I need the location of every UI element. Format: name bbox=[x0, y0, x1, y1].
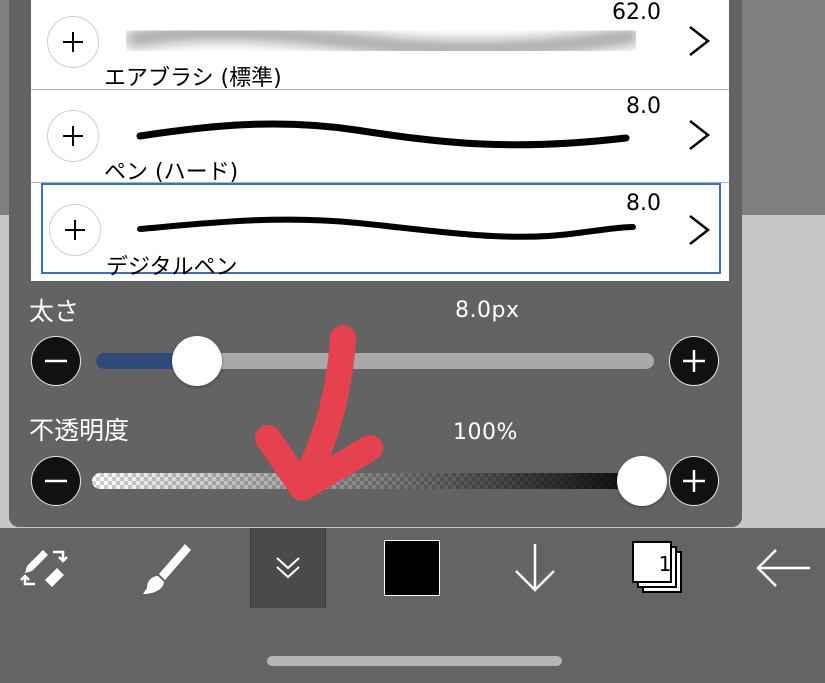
add-brush-button[interactable] bbox=[49, 204, 101, 256]
brush-name: デジタルペン bbox=[106, 255, 238, 280]
brush-panel: 62.0 エアブラシ (標準) 8.0 ペン (ハード) 8.0 デジタルペン … bbox=[9, 0, 742, 527]
brush-row-airbrush[interactable]: 62.0 エアブラシ (標準) bbox=[31, 0, 729, 91]
brush-size: 8.0 bbox=[626, 94, 661, 119]
layers-button[interactable]: 1 bbox=[628, 528, 688, 608]
pen-stroke-preview bbox=[136, 120, 630, 149]
digital-pen-stroke-preview bbox=[137, 216, 636, 240]
opacity-increase-button[interactable] bbox=[669, 456, 719, 506]
thickness-label: 太さ bbox=[29, 297, 80, 326]
brush-name: エアブラシ (標準) bbox=[104, 66, 282, 91]
opacity-label: 不透明度 bbox=[29, 416, 130, 445]
brush-tool-button[interactable] bbox=[130, 528, 200, 608]
thickness-slider-thumb[interactable] bbox=[172, 336, 223, 386]
plus-icon bbox=[683, 470, 705, 492]
double-chevron-down-icon bbox=[276, 557, 300, 579]
opacity-value: 100% bbox=[453, 420, 518, 445]
chevron-right-icon[interactable] bbox=[687, 213, 711, 247]
color-picker-button[interactable] bbox=[383, 528, 441, 608]
thickness-increase-button[interactable] bbox=[669, 336, 719, 386]
down-arrow-icon bbox=[515, 544, 555, 592]
layer-count: 1 bbox=[658, 552, 672, 576]
opacity-slider-thumb[interactable] bbox=[617, 456, 667, 506]
back-arrow-icon bbox=[756, 549, 810, 587]
collapse-panel-button[interactable] bbox=[250, 528, 326, 608]
plus-icon bbox=[683, 350, 705, 372]
add-brush-button[interactable] bbox=[47, 110, 99, 162]
brush-list: 62.0 エアブラシ (標準) 8.0 ペン (ハード) 8.0 デジタルペン bbox=[31, 0, 729, 281]
plus-icon bbox=[63, 126, 83, 146]
swap-tools-button[interactable] bbox=[10, 528, 80, 608]
brush-size: 62.0 bbox=[612, 0, 661, 25]
opacity-decrease-button[interactable] bbox=[31, 456, 81, 506]
home-indicator bbox=[267, 656, 562, 666]
brush-size: 8.0 bbox=[626, 191, 661, 216]
minus-icon bbox=[45, 479, 67, 483]
back-button[interactable] bbox=[752, 528, 814, 608]
thickness-value: 8.0px bbox=[455, 298, 520, 323]
chevron-right-icon[interactable] bbox=[687, 118, 711, 152]
minus-icon bbox=[45, 359, 67, 363]
color-swatch bbox=[384, 540, 440, 596]
brush-icon bbox=[143, 544, 191, 594]
plus-icon bbox=[65, 220, 85, 240]
brush-row-hard-pen[interactable]: 8.0 ペン (ハード) bbox=[31, 90, 729, 185]
download-button[interactable] bbox=[505, 528, 565, 608]
chevron-right-icon[interactable] bbox=[687, 24, 711, 58]
opacity-slider-track[interactable] bbox=[92, 473, 662, 489]
thickness-decrease-button[interactable] bbox=[31, 336, 81, 386]
swap-tools-icon bbox=[20, 550, 68, 587]
airbrush-stroke-preview bbox=[126, 23, 636, 59]
brush-row-digital-pen[interactable]: 8.0 デジタルペン bbox=[41, 183, 721, 280]
add-brush-button[interactable] bbox=[47, 16, 99, 68]
plus-icon bbox=[63, 32, 83, 52]
bottom-toolbar: 1 bbox=[0, 528, 825, 683]
